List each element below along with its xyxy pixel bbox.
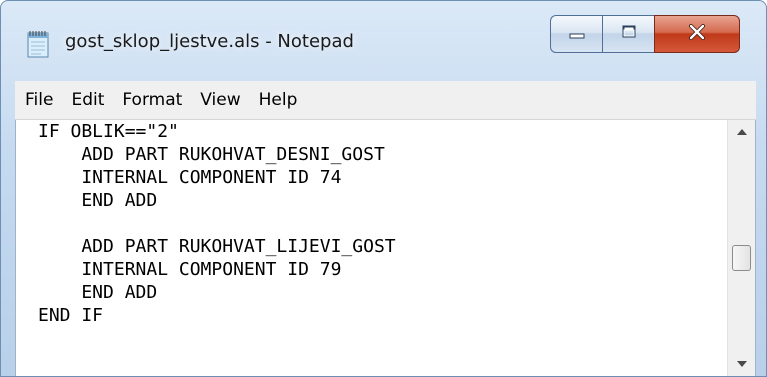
scroll-down-arrow-icon	[736, 360, 747, 370]
menu-format[interactable]: Format	[113, 81, 191, 119]
menu-view[interactable]: View	[191, 81, 249, 119]
scroll-thumb[interactable]	[732, 245, 751, 271]
notepad-window: gost_sklop_ljestve.als - Notepad File Ed…	[0, 0, 767, 377]
minimize-button[interactable]	[550, 15, 602, 53]
scroll-up-arrow-icon	[736, 128, 747, 138]
maximize-icon	[620, 24, 638, 44]
close-icon	[687, 23, 707, 45]
menu-edit[interactable]: Edit	[62, 81, 113, 119]
notepad-icon[interactable]	[27, 30, 51, 58]
caption-buttons	[550, 15, 760, 55]
code-line: END IF	[38, 305, 104, 326]
menu-help[interactable]: Help	[250, 81, 307, 119]
minimize-icon	[568, 25, 586, 44]
code-line: INTERNAL COMPONENT ID 79	[38, 259, 342, 280]
close-button[interactable]	[654, 15, 740, 53]
code-line: END ADD	[38, 282, 158, 303]
text-editor[interactable]: IF OBLIK=="2" ADD PART RUKOHVAT_DESNI_GO…	[15, 120, 756, 376]
scroll-up-button[interactable]	[728, 120, 755, 146]
menu-bar: File Edit Format View Help	[15, 81, 756, 120]
code-line: IF OBLIK=="2"	[38, 121, 179, 142]
title-bar[interactable]: gost_sklop_ljestve.als - Notepad	[1, 1, 766, 79]
scroll-down-button[interactable]	[728, 352, 755, 376]
editor-content[interactable]: IF OBLIK=="2" ADD PART RUKOHVAT_DESNI_GO…	[38, 120, 728, 327]
menu-file[interactable]: File	[15, 81, 62, 119]
window-title: gost_sklop_ljestve.als - Notepad	[65, 31, 354, 52]
code-line: ADD PART RUKOHVAT_LIJEVI_GOST	[38, 236, 396, 257]
code-line: ADD PART RUKOHVAT_DESNI_GOST	[38, 144, 385, 165]
vertical-scrollbar[interactable]	[727, 120, 755, 376]
code-line: END ADD	[38, 190, 158, 211]
code-line: INTERNAL COMPONENT ID 74	[38, 167, 342, 188]
maximize-button[interactable]	[602, 15, 654, 53]
